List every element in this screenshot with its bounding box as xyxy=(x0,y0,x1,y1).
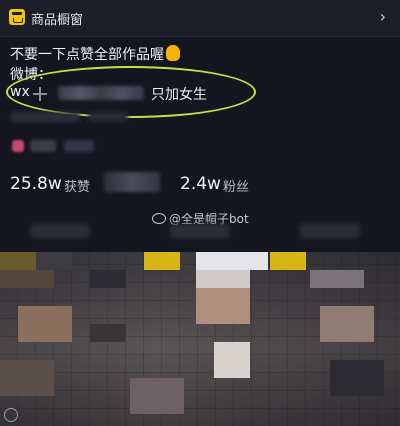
bio-text: 不要一下点赞全部作品喔 xyxy=(10,47,164,63)
likes-label: 获赞 xyxy=(64,180,91,195)
mosaic-tile xyxy=(144,252,180,270)
mosaic-tile xyxy=(310,270,364,288)
fans-label: 粉丝 xyxy=(223,180,250,195)
blurred-detail xyxy=(88,112,128,122)
shop-window-bar[interactable]: 商品橱窗 › xyxy=(0,0,400,37)
blurred-tag xyxy=(30,140,56,152)
blurred-tab[interactable] xyxy=(30,224,90,238)
circle-icon xyxy=(4,408,18,422)
bio-line-1: 不要一下点赞全部作品喔 xyxy=(10,44,180,64)
raised-hand-icon xyxy=(166,45,180,61)
highlight-circle xyxy=(6,66,256,118)
blurred-stat xyxy=(104,172,160,192)
mosaic-tile xyxy=(270,252,306,270)
shop-window-title: 商品橱窗 xyxy=(31,13,84,28)
mosaic-tile xyxy=(0,252,36,270)
video-thumbnails-mosaic[interactable] xyxy=(0,252,400,426)
mosaic-tile xyxy=(196,288,250,324)
mosaic-tile xyxy=(90,270,126,288)
mosaic-tile xyxy=(330,360,384,396)
mosaic-tile xyxy=(0,270,54,288)
blurred-tab[interactable] xyxy=(170,224,230,238)
chevron-right-icon[interactable]: › xyxy=(380,7,386,26)
mosaic-tile xyxy=(320,306,374,342)
mosaic-tile xyxy=(130,378,184,414)
mosaic-tile xyxy=(196,270,250,288)
weibo-icon xyxy=(152,213,166,224)
blurred-detail xyxy=(10,112,80,122)
mosaic-tile xyxy=(0,360,54,396)
mosaic-tile xyxy=(196,252,268,270)
blurred-tag-icon xyxy=(12,140,24,152)
fans-count: 2.4w xyxy=(180,174,221,194)
blurred-tab[interactable] xyxy=(300,224,360,238)
blurred-tag xyxy=(64,140,94,152)
shop-icon xyxy=(9,9,25,25)
mosaic-tile xyxy=(214,342,250,378)
likes-count: 25.8w xyxy=(10,174,62,194)
mosaic-tile xyxy=(18,306,72,342)
mosaic-tile xyxy=(36,252,72,270)
mosaic-tile xyxy=(90,324,126,342)
